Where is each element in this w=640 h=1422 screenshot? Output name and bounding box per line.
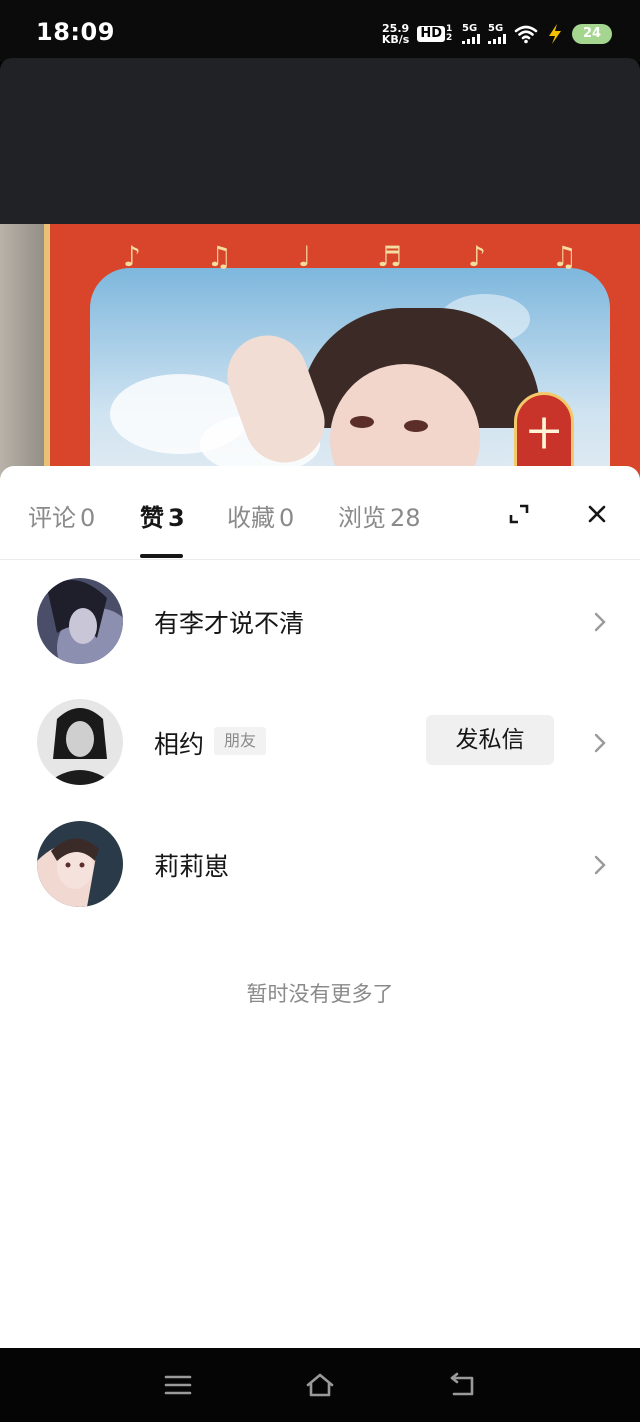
- tab-favorites[interactable]: 收藏 0: [227, 498, 294, 533]
- home-icon[interactable]: [304, 1370, 336, 1400]
- status-indicators: 25.9 KB/s HD 1 2 5G 5G 24: [382, 20, 612, 48]
- tab-views-count: 28: [390, 504, 421, 532]
- hd-label: HD: [417, 26, 445, 42]
- charging-icon: [549, 24, 561, 44]
- likes-sheet: 评论 0 赞3 收藏 0 浏览 28 有李才说不清 相约 朋友 发私信 莉莉崽 …: [0, 466, 640, 1348]
- sim1-signal-icon: 5G: [462, 24, 480, 44]
- tab-favorites-label: 收藏: [227, 504, 275, 532]
- chevron-right-icon[interactable]: [592, 853, 608, 877]
- tab-comments[interactable]: 评论 0: [28, 498, 95, 533]
- chevron-right-icon[interactable]: [592, 731, 608, 755]
- liker-name[interactable]: 莉莉崽: [154, 847, 229, 883]
- tab-likes-label: 赞: [140, 504, 164, 532]
- battery-icon: 24: [572, 24, 612, 44]
- tab-favorites-count: 0: [279, 504, 295, 532]
- sim1-label: 5G: [462, 23, 478, 34]
- sim2-signal-icon: 5G: [488, 24, 506, 44]
- tab-views-label: 浏览: [338, 504, 386, 532]
- friend-tag: 朋友: [214, 727, 267, 755]
- liker-name[interactable]: 相约: [154, 725, 204, 761]
- avatar[interactable]: [37, 699, 123, 785]
- no-more-text: 暂时没有更多了: [246, 982, 394, 1006]
- active-tab-indicator: [140, 554, 183, 558]
- chevron-right-icon[interactable]: [592, 610, 608, 634]
- network-speed-unit: KB/s: [381, 33, 410, 46]
- content-header-area: [0, 58, 640, 224]
- network-speed: 25.9 KB/s: [382, 23, 409, 45]
- back-icon[interactable]: [446, 1370, 478, 1400]
- battery-level: 24: [582, 26, 602, 41]
- system-nav-bar: [0, 1348, 640, 1422]
- send-message-button[interactable]: 发私信: [426, 715, 554, 765]
- tab-comments-count: 0: [80, 504, 96, 532]
- status-bar: 18:09 25.9 KB/s HD 1 2 5G 5G 24: [0, 0, 640, 62]
- wifi-icon: [514, 25, 538, 44]
- tab-views[interactable]: 浏览 28: [338, 498, 421, 533]
- status-time: 18:09: [36, 18, 115, 46]
- tab-likes[interactable]: 赞3: [140, 498, 185, 533]
- menu-icon[interactable]: [162, 1370, 194, 1400]
- liker-row[interactable]: 相约 朋友 发私信: [0, 687, 640, 807]
- close-icon[interactable]: [583, 500, 611, 528]
- expand-icon[interactable]: [505, 500, 533, 528]
- avatar[interactable]: [37, 821, 123, 907]
- music-note-ornament: ♪ ♫ ♩ ♬ ♪ ♫: [122, 239, 577, 273]
- hd-voice-icon: HD 1 2: [417, 25, 454, 43]
- liker-row[interactable]: 莉莉崽: [0, 809, 640, 929]
- tab-comments-label: 评论: [28, 504, 76, 532]
- liker-row[interactable]: 有李才说不清: [0, 566, 640, 686]
- hd-sub-label: 1 2: [446, 24, 453, 43]
- sim2-label: 5G: [488, 23, 504, 34]
- post-image[interactable]: ♪ ♫ ♩ ♬ ♪ ♫ 十: [0, 224, 640, 484]
- sheet-tabs: 评论 0 赞3 收藏 0 浏览 28: [0, 466, 640, 560]
- tab-likes-count: 3: [168, 504, 185, 532]
- avatar[interactable]: [37, 578, 123, 664]
- liker-name[interactable]: 有李才说不清: [154, 604, 304, 640]
